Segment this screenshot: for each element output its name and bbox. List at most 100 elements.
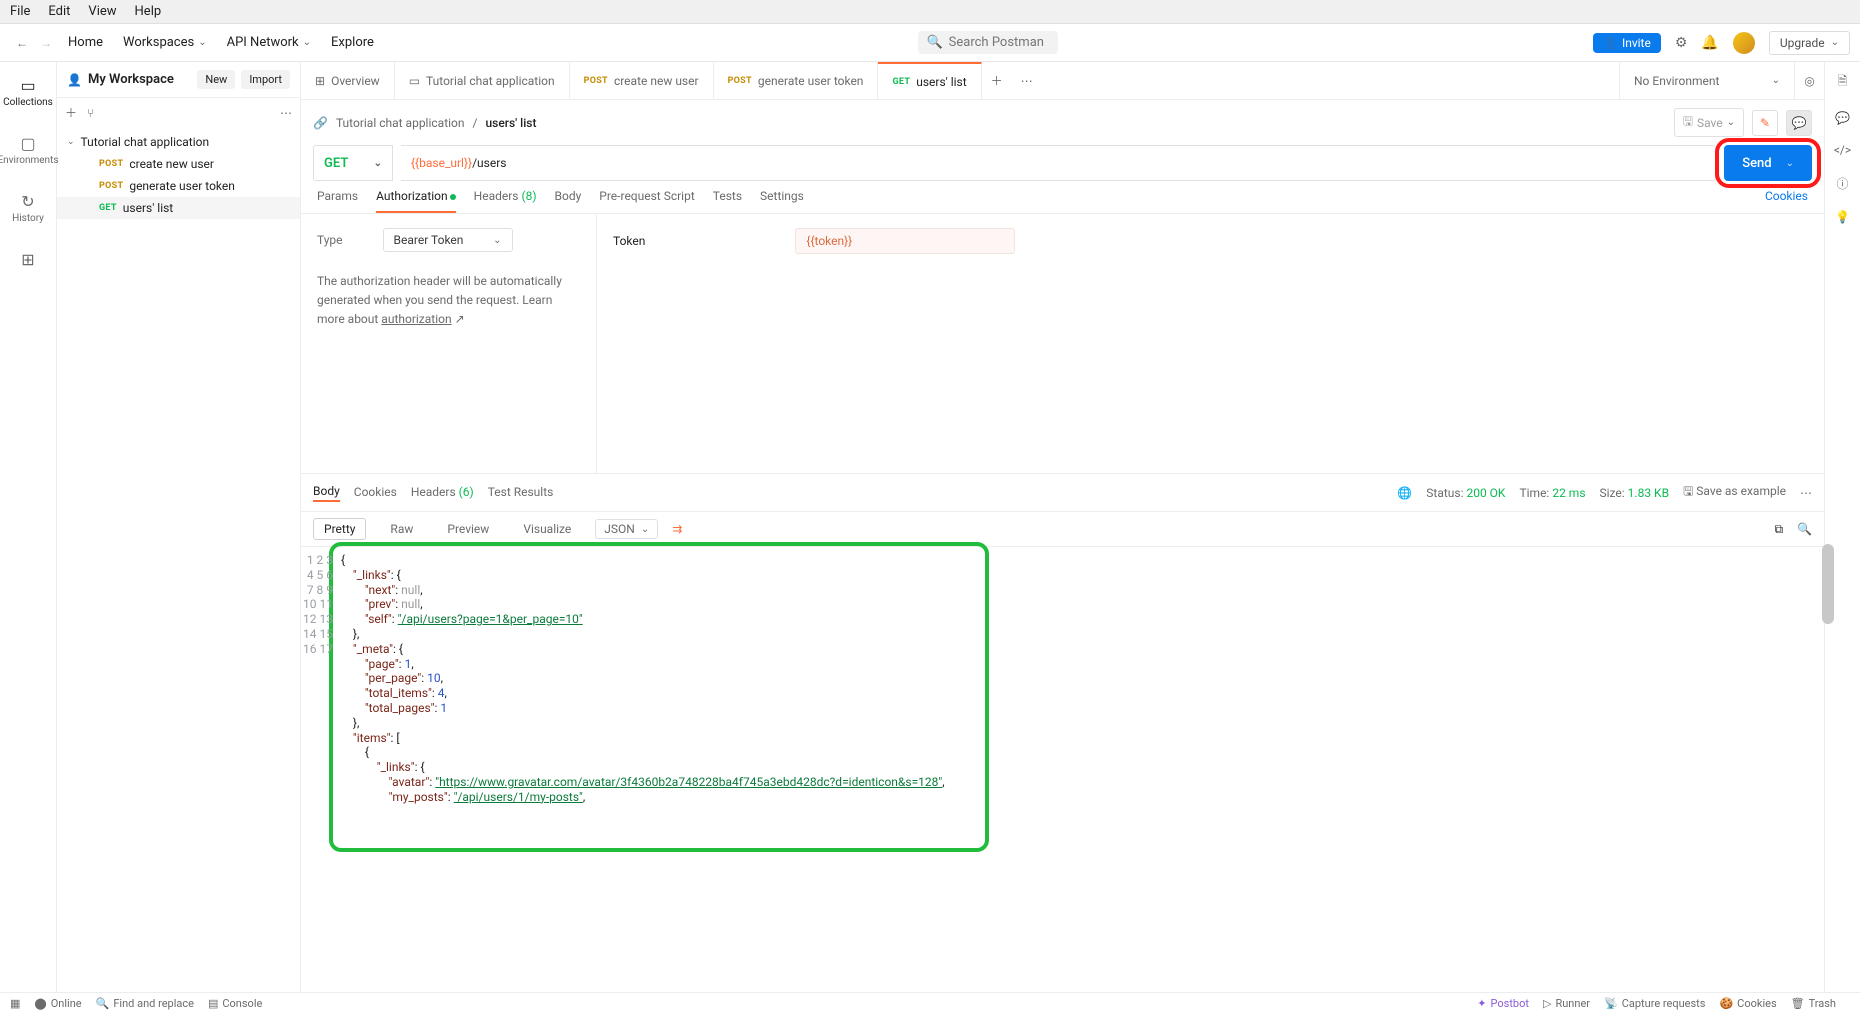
save-button[interactable]: 🖫Save⌄: [1674, 108, 1744, 137]
tab-prerequest[interactable]: Pre-request Script: [599, 189, 694, 213]
share-icon[interactable]: ✎: [1752, 110, 1778, 136]
nav-api-network[interactable]: API Network⌄: [227, 35, 311, 50]
tree-request-selected[interactable]: GETusers' list: [57, 197, 300, 219]
sb-find-replace[interactable]: 🔍 Find and replace: [96, 997, 194, 1010]
tab-add[interactable]: ＋: [982, 62, 1012, 99]
comment-icon[interactable]: 💬: [1786, 110, 1812, 136]
sb-panel-toggle[interactable]: ▦: [10, 997, 20, 1010]
chevron-down-icon: ⌄: [1831, 37, 1839, 48]
tree-request[interactable]: POSTcreate new user: [57, 153, 300, 175]
tab-body[interactable]: Body: [555, 189, 582, 213]
search-input[interactable]: 🔍: [918, 31, 1058, 54]
env-quicklook-icon[interactable]: ◎: [1794, 62, 1824, 99]
view-raw[interactable]: Raw: [380, 519, 423, 539]
rail-environments[interactable]: ▢Environments: [0, 130, 56, 170]
info-icon[interactable]: ⓘ: [1836, 175, 1848, 192]
resp-tab-headers[interactable]: Headers (6): [411, 485, 474, 501]
format-select[interactable]: JSON⌄: [595, 519, 658, 539]
json-code[interactable]: { "_links": { "next": null, "prev": null…: [341, 547, 945, 827]
workspace-header: 👤 My Workspace New Import: [57, 62, 300, 98]
tab-collection[interactable]: ▭Tutorial chat application: [395, 62, 570, 99]
tree-request[interactable]: POSTgenerate user token: [57, 175, 300, 197]
right-rail: 🗎 💬 </> ⓘ 💡: [1824, 62, 1860, 994]
auth-type-select[interactable]: Bearer Token⌄: [383, 228, 513, 252]
nav-explore[interactable]: Explore: [331, 35, 374, 50]
code-icon[interactable]: </>: [1834, 143, 1851, 157]
sb-console[interactable]: ▤ Console: [208, 997, 262, 1010]
tab-request[interactable]: POSTgenerate user token: [714, 62, 879, 99]
new-button[interactable]: New: [197, 70, 235, 89]
auth-docs-link[interactable]: authorization: [381, 312, 451, 326]
menu-view[interactable]: View: [88, 4, 116, 19]
collection-folder[interactable]: ⌄ Tutorial chat application: [57, 131, 300, 153]
filter-icon[interactable]: ⑂: [87, 106, 94, 120]
import-button[interactable]: Import: [241, 70, 290, 89]
environment-select[interactable]: No Environment⌄: [1619, 62, 1794, 99]
url-input[interactable]: {{base_url}}/users: [401, 145, 1716, 181]
view-visualize[interactable]: Visualize: [513, 519, 581, 539]
view-pretty[interactable]: Pretty: [313, 518, 366, 540]
lightbulb-icon[interactable]: 💡: [1835, 210, 1850, 224]
tab-request[interactable]: POSTcreate new user: [570, 62, 714, 99]
app-menubar[interactable]: File Edit View Help: [0, 0, 1860, 24]
environments-icon: ▢: [20, 134, 35, 153]
nav-forward[interactable]: →: [34, 31, 58, 55]
tab-headers[interactable]: Headers (8): [474, 189, 537, 213]
resp-tab-cookies[interactable]: Cookies: [354, 485, 397, 501]
resp-tab-tests[interactable]: Test Results: [488, 485, 554, 501]
sb-capture[interactable]: 📡 Capture requests: [1604, 997, 1705, 1010]
search-icon: 🔍: [926, 35, 942, 50]
tab-tests[interactable]: Tests: [713, 189, 742, 213]
search-field[interactable]: [949, 35, 1049, 50]
sidebar: 👤 My Workspace New Import ＋ ⑂ ⋯ ⌄ Tutori…: [57, 62, 301, 994]
scrollbar-thumb[interactable]: [1822, 544, 1834, 624]
more-icon[interactable]: ⋯: [280, 106, 292, 120]
menu-help[interactable]: Help: [135, 4, 162, 19]
sb-trash[interactable]: 🗑 Trash: [1791, 997, 1836, 1010]
token-input[interactable]: {{token}}: [795, 228, 1015, 254]
sb-cookies[interactable]: 🍪 Cookies: [1719, 997, 1776, 1010]
comments-icon[interactable]: 💬: [1835, 111, 1850, 125]
invite-button[interactable]: 👤Invite: [1593, 33, 1661, 53]
method-select[interactable]: GET⌄: [313, 145, 393, 181]
tab-request-active[interactable]: GETusers' list: [878, 62, 981, 99]
tab-authorization[interactable]: Authorization: [376, 189, 456, 213]
save-example-button[interactable]: 🖫 Save as example: [1683, 482, 1786, 503]
rail-more[interactable]: ⊞: [0, 246, 56, 273]
docs-icon[interactable]: 🗎: [1838, 72, 1848, 93]
rail-collections[interactable]: ▭Collections: [0, 72, 56, 112]
copy-icon[interactable]: ⧉: [1774, 522, 1783, 537]
nav-workspaces[interactable]: Workspaces⌄: [123, 35, 207, 50]
tab-settings[interactable]: Settings: [760, 189, 804, 213]
response-body-viewer[interactable]: 1 2 3 4 5 6 7 8 9 10 11 12 13 14 15 16 1…: [301, 547, 1824, 827]
settings-icon[interactable]: ⚙: [1675, 35, 1688, 51]
network-icon[interactable]: 🌐: [1397, 486, 1412, 500]
folder-icon: ▭: [409, 74, 420, 88]
crumb-collection[interactable]: Tutorial chat application: [336, 116, 465, 130]
avatar[interactable]: [1733, 32, 1755, 54]
sb-postbot[interactable]: ✦ Postbot: [1477, 997, 1529, 1010]
tab-params[interactable]: Params: [317, 189, 358, 213]
resp-tab-body[interactable]: Body: [313, 484, 340, 502]
tab-overview[interactable]: ⊞Overview: [301, 62, 395, 99]
rail-history[interactable]: ↻History: [0, 188, 56, 228]
menu-file[interactable]: File: [10, 4, 30, 19]
wrap-lines-icon[interactable]: ⇉: [672, 522, 682, 536]
menu-edit[interactable]: Edit: [48, 4, 70, 19]
chevron-down-icon: ⌄: [1786, 158, 1794, 169]
search-response-icon[interactable]: 🔍: [1797, 522, 1812, 536]
view-preview[interactable]: Preview: [437, 519, 499, 539]
notifications-icon[interactable]: 🔔: [1701, 35, 1718, 51]
cookies-link[interactable]: Cookies: [1765, 189, 1808, 213]
method-badge: POST: [584, 76, 608, 86]
nav-home[interactable]: Home: [68, 35, 103, 50]
nav-back[interactable]: ←: [10, 31, 34, 55]
token-label: Token: [613, 234, 645, 248]
sb-runner[interactable]: ▷ Runner: [1543, 997, 1590, 1010]
tab-more[interactable]: ⋯: [1012, 62, 1042, 99]
send-button[interactable]: Send⌄: [1724, 145, 1812, 181]
upgrade-button[interactable]: Upgrade⌄: [1769, 31, 1850, 55]
more-icon[interactable]: ⋯: [1800, 486, 1812, 500]
sb-online[interactable]: ⬤ Online: [34, 997, 81, 1010]
add-icon[interactable]: ＋: [65, 104, 77, 121]
